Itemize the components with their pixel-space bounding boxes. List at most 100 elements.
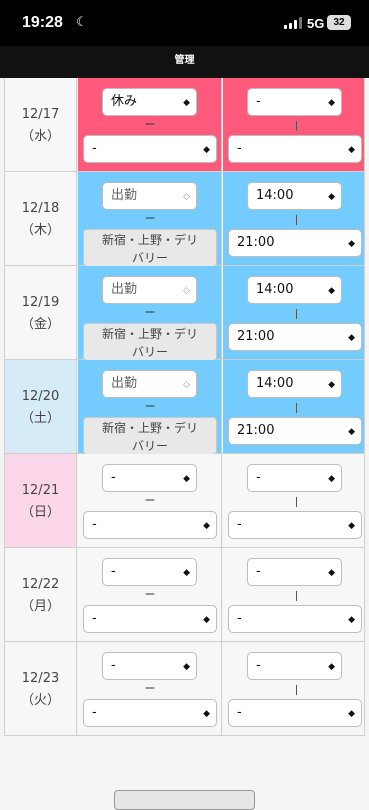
network-type: 5G	[307, 16, 325, 31]
status-bar: 19:28 ☾ 5G 32	[0, 0, 369, 46]
separator-dash: ー	[144, 212, 156, 225]
chevron-updown-icon: ◆	[348, 333, 355, 343]
date-label: 12/20	[21, 389, 60, 404]
weekday-label: （月）	[20, 599, 60, 614]
table-row: 12/18 （木） 出勤 ◇ ー 新宿・上野・デリ バリー 14:00 ◆ 21:0…	[5, 172, 364, 267]
location-select[interactable]: - ◆	[83, 135, 217, 163]
chevron-updown-icon: ◆	[328, 286, 335, 296]
time-separator	[296, 121, 297, 131]
time-separator	[296, 215, 297, 225]
table-row: 12/19 （金） 出勤 ◇ ー 新宿・上野・デリ バリー 14:00 ◆ 21:0…	[5, 266, 364, 361]
chevron-updown-icon: ◆	[348, 239, 355, 249]
time-cell: 14:00 ◆ 21:00 ◆	[223, 360, 364, 453]
time-separator	[296, 309, 297, 319]
end-time-select[interactable]: 21:00 ◆	[228, 417, 362, 445]
location-select[interactable]: - ◆	[83, 699, 217, 727]
end-time-select[interactable]: 21:00 ◆	[228, 229, 362, 257]
chevron-updown-icon: ◇	[183, 380, 190, 390]
date-cell: 12/21 （日）	[5, 454, 77, 547]
weekday-label: （日）	[20, 505, 60, 520]
time-cell: - ◆ - ◆	[223, 548, 364, 641]
date-label: 12/18	[21, 201, 60, 216]
chevron-updown-icon: ◇	[183, 286, 190, 296]
chevron-updown-icon: ◆	[183, 474, 190, 484]
start-time-select[interactable]: - ◆	[247, 464, 342, 492]
time-cell: 14:00 ◆ 21:00 ◆	[223, 172, 364, 265]
chevron-updown-icon: ◆	[348, 427, 355, 437]
end-time-select[interactable]: 21:00 ◆	[228, 323, 362, 351]
time-cell: - ◆ - ◆	[223, 642, 364, 735]
location-select[interactable]: - ◆	[83, 605, 217, 633]
clock: 19:28	[22, 14, 63, 31]
location-field[interactable]: 新宿・上野・デリ バリー	[83, 417, 217, 455]
end-time-select[interactable]: - ◆	[228, 135, 362, 163]
table-row: 12/21 （日） - ◆ ー - ◆ - ◆ - ◆	[5, 454, 364, 548]
date-label: 12/22	[21, 577, 60, 592]
end-time-select[interactable]: - ◆	[228, 511, 362, 539]
chevron-updown-icon: ◆	[183, 98, 190, 108]
start-time-select[interactable]: 14:00 ◆	[247, 370, 342, 398]
status-select[interactable]: - ◆	[102, 464, 197, 492]
chevron-updown-icon: ◇	[183, 192, 190, 202]
chevron-updown-icon: ◆	[183, 662, 190, 672]
start-time-select[interactable]: 14:00 ◆	[247, 182, 342, 210]
table-row: 12/22 （月） - ◆ ー - ◆ - ◆ - ◆	[5, 548, 364, 642]
time-separator	[296, 591, 297, 601]
table-row: 12/23 （火） - ◆ ー - ◆ - ◆ - ◆	[5, 642, 364, 736]
date-label: 12/21	[21, 483, 60, 498]
start-time-select[interactable]: - ◆	[247, 652, 342, 680]
end-time-select[interactable]: - ◆	[228, 605, 362, 633]
separator-dash: ー	[144, 306, 156, 319]
start-time-select[interactable]: 14:00 ◆	[247, 276, 342, 304]
chevron-updown-icon: ◆	[203, 145, 210, 155]
battery-icon: 32	[327, 15, 351, 30]
date-cell: 12/20 （土）	[5, 360, 77, 453]
time-separator	[296, 497, 297, 507]
status-cell: - ◆ ー - ◆	[78, 454, 222, 547]
date-label: 12/17	[21, 107, 60, 122]
start-time-select[interactable]: - ◆	[247, 88, 342, 116]
status-select[interactable]: 出勤 ◇	[102, 276, 197, 304]
weekday-label: （水）	[20, 129, 60, 144]
status-select[interactable]: - ◆	[102, 558, 197, 586]
time-cell: - ◆ - ◆	[223, 78, 364, 171]
status-select[interactable]: - ◆	[102, 652, 197, 680]
signal-icon	[284, 17, 302, 29]
location-select[interactable]: - ◆	[83, 511, 217, 539]
chevron-updown-icon: ◆	[203, 615, 210, 625]
date-label: 12/23	[21, 671, 60, 686]
status-cell: 休み ◆ ー - ◆	[78, 78, 222, 171]
status-cell: 出勤 ◇ ー 新宿・上野・デリ バリー	[78, 360, 222, 455]
date-cell: 12/19 （金）	[5, 266, 77, 359]
separator-dash: ー	[144, 118, 156, 131]
status-cell: - ◆ ー - ◆	[78, 548, 222, 641]
end-time-select[interactable]: - ◆	[228, 699, 362, 727]
location-field[interactable]: 新宿・上野・デリ バリー	[83, 323, 217, 361]
status-select[interactable]: 休み ◆	[102, 88, 197, 116]
start-time-select[interactable]: - ◆	[247, 558, 342, 586]
separator-dash: ー	[144, 588, 156, 601]
chevron-updown-icon: ◆	[203, 521, 210, 531]
status-select[interactable]: 出勤 ◇	[102, 182, 197, 210]
chevron-updown-icon: ◆	[348, 521, 355, 531]
chevron-updown-icon: ◆	[328, 568, 335, 578]
date-label: 12/19	[21, 295, 60, 310]
chevron-updown-icon: ◆	[348, 709, 355, 719]
chevron-updown-icon: ◆	[203, 709, 210, 719]
date-cell: 12/17 （水）	[5, 78, 77, 171]
time-cell: - ◆ - ◆	[223, 454, 364, 547]
chevron-updown-icon: ◆	[183, 568, 190, 578]
submit-button[interactable]	[114, 790, 255, 810]
status-select[interactable]: 出勤 ◇	[102, 370, 197, 398]
separator-dash: ー	[144, 400, 156, 413]
separator-dash: ー	[144, 494, 156, 507]
weekday-label: （金）	[20, 317, 60, 332]
table-row: 12/17 （水） 休み ◆ ー - ◆ - ◆ - ◆	[5, 78, 364, 172]
date-cell: 12/22 （月）	[5, 548, 77, 641]
status-cell: 出勤 ◇ ー 新宿・上野・デリ バリー	[78, 172, 222, 267]
chevron-updown-icon: ◆	[328, 662, 335, 672]
weekday-label: （土）	[20, 411, 60, 426]
location-field[interactable]: 新宿・上野・デリ バリー	[83, 229, 217, 267]
weekday-label: （火）	[20, 693, 60, 708]
time-separator	[296, 403, 297, 413]
